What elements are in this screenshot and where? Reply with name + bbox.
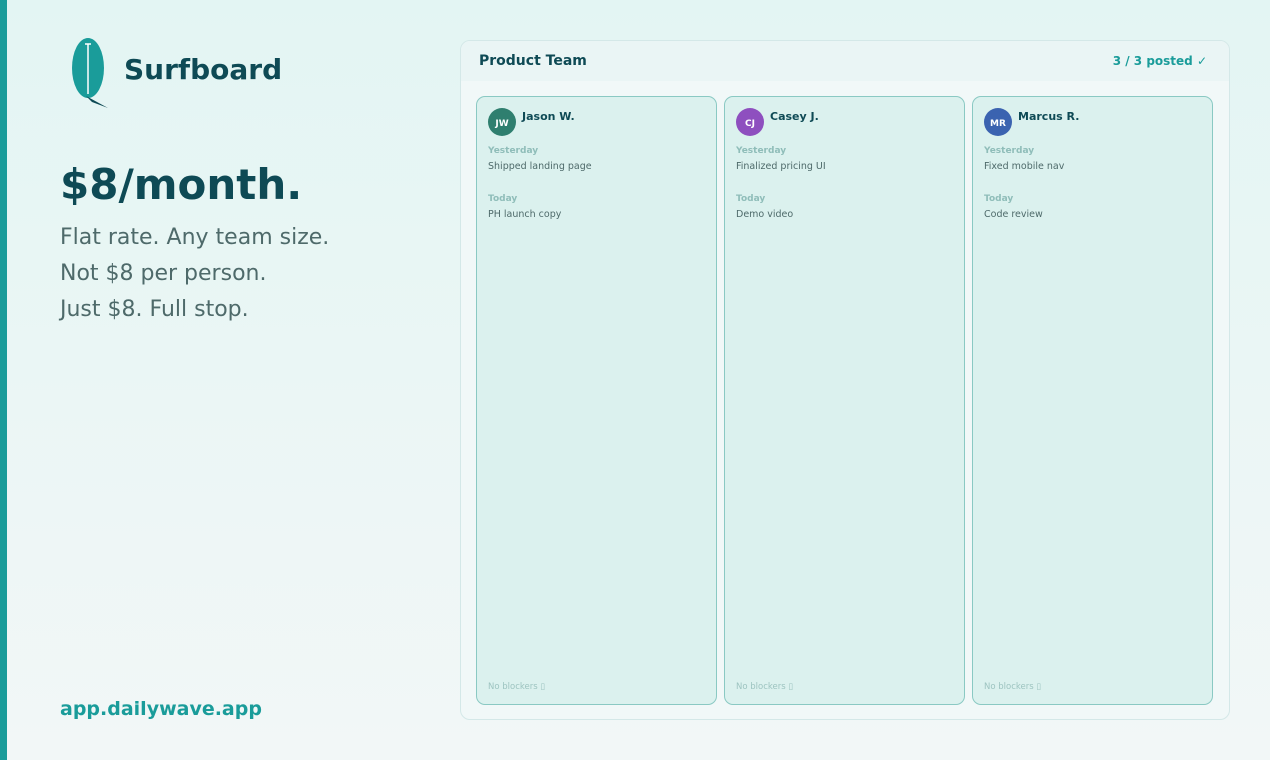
board-header: Product Team 3 / 3 posted ✓ xyxy=(461,41,1229,81)
today-update: Code review xyxy=(984,209,1043,220)
member-name: Jason W. xyxy=(522,110,575,123)
price-headline: $8/month. xyxy=(60,160,303,209)
member-cards: JW Jason W. Yesterday Shipped landing pa… xyxy=(476,96,1213,705)
member-name: Marcus R. xyxy=(1018,110,1080,123)
blockers-status: No blockers ▯ xyxy=(736,682,794,692)
yesterday-update: Finalized pricing UI xyxy=(736,161,826,172)
member-card[interactable]: JW Jason W. Yesterday Shipped landing pa… xyxy=(476,96,717,705)
today-label: Today xyxy=(736,194,766,204)
card-header: MR Marcus R. xyxy=(984,108,1079,136)
brand-name: Surfboard xyxy=(124,52,283,86)
yesterday-update: Shipped landing page xyxy=(488,161,592,172)
surfboard-icon xyxy=(72,38,108,108)
avatar: JW xyxy=(488,108,516,136)
card-header: JW Jason W. xyxy=(488,108,575,136)
today-update: Demo video xyxy=(736,209,794,220)
brand: Surfboard xyxy=(70,38,282,110)
posted-status: 3 / 3 posted ✓ xyxy=(1112,54,1207,68)
card-header: CJ Casey J. xyxy=(736,108,819,136)
tagline: Just $8. Full stop. xyxy=(60,297,249,322)
avatar: CJ xyxy=(736,108,764,136)
blockers-status: No blockers ▯ xyxy=(488,682,546,692)
today-label: Today xyxy=(488,194,518,204)
tagline: Flat rate. Any team size. xyxy=(60,225,330,250)
member-card[interactable]: CJ Casey J. Yesterday Finalized pricing … xyxy=(724,96,965,705)
blockers-status: No blockers ▯ xyxy=(984,682,1042,692)
left-accent-bar xyxy=(0,0,7,760)
board-title: Product Team xyxy=(479,53,587,69)
today-label: Today xyxy=(984,194,1014,204)
yesterday-label: Yesterday xyxy=(488,146,539,156)
avatar: MR xyxy=(984,108,1012,136)
app-link[interactable]: app.dailywave.app xyxy=(60,698,262,720)
today-update: PH launch copy xyxy=(488,209,562,220)
yesterday-label: Yesterday xyxy=(736,146,787,156)
member-card[interactable]: MR Marcus R. Yesterday Fixed mobile nav … xyxy=(972,96,1213,705)
standup-board: Product Team 3 / 3 posted ✓ JW Jason W. … xyxy=(460,40,1230,720)
taglines: Flat rate. Any team size. Not $8 per per… xyxy=(60,220,329,328)
yesterday-label: Yesterday xyxy=(984,146,1035,156)
yesterday-update: Fixed mobile nav xyxy=(984,161,1065,172)
tagline: Not $8 per person. xyxy=(60,261,267,286)
member-name: Casey J. xyxy=(770,110,819,123)
